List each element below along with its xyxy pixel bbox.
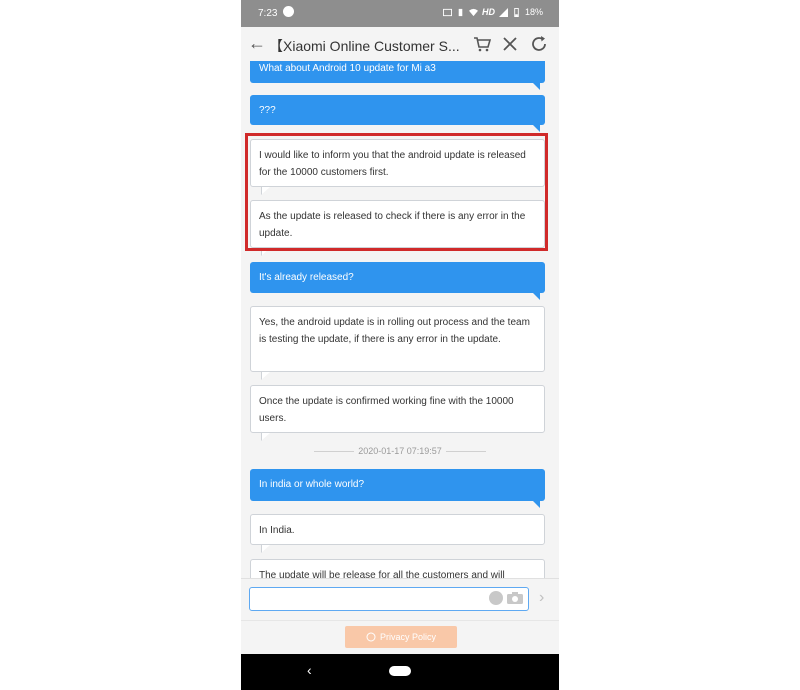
message-timestamp: 2020-01-17 07:19:57 [241, 446, 559, 456]
incoming-message: The update will be release for all the c… [250, 559, 545, 578]
privacy-policy-label: Privacy Policy [379, 632, 436, 642]
send-chevron-icon[interactable]: › [539, 589, 544, 607]
incoming-message: I would like to inform you that the andr… [250, 139, 545, 187]
battery-icon [514, 7, 519, 17]
camera-icon[interactable] [507, 592, 523, 604]
outgoing-message: ??? [250, 95, 545, 132]
app-bar: ← 【Xiaomi Online Customer S... [241, 27, 559, 61]
status-bar: 7:23 HD 18% [241, 0, 559, 27]
footer: Privacy Policy [241, 620, 559, 655]
status-time: 7:23 [258, 8, 278, 19]
outgoing-message: In india or whole world? [250, 469, 545, 508]
close-icon[interactable] [500, 34, 520, 54]
nav-back-icon[interactable]: ‹ [307, 662, 312, 678]
incoming-message: Once the update is confirmed working fin… [250, 385, 545, 433]
refresh-icon[interactable] [529, 34, 549, 54]
chat-history[interactable]: What about Android 10 update for Mi a3 ?… [241, 61, 559, 578]
incoming-message: Yes, the android update is in rolling ou… [250, 306, 545, 372]
page-title: 【Xiaomi Online Customer S... [269, 38, 460, 54]
nav-home-icon[interactable] [389, 666, 411, 676]
system-nav-bar: ‹ [241, 654, 559, 690]
shield-icon [366, 632, 376, 642]
vibrate-icon [458, 8, 463, 16]
signal-icon [498, 7, 508, 17]
cast-icon [442, 8, 452, 16]
privacy-policy-button[interactable]: Privacy Policy [345, 626, 457, 648]
back-arrow-icon[interactable]: ← [248, 33, 266, 54]
message-composer: › [241, 578, 559, 621]
status-icons: HD 18% [442, 7, 543, 17]
incoming-message: As the update is released to check if th… [250, 200, 545, 248]
wifi-icon [468, 8, 478, 16]
network-type: HD [481, 7, 495, 17]
message-input[interactable] [249, 587, 529, 611]
cart-icon[interactable] [472, 34, 492, 54]
phone-screen: 7:23 HD 18% ← 【Xiaomi Online Customer S.… [241, 0, 559, 690]
emoji-icon[interactable] [489, 591, 503, 605]
incoming-message: In India. [250, 514, 545, 545]
battery-level: 18% [524, 7, 543, 17]
outgoing-message: What about Android 10 update for Mi a3 [250, 61, 545, 90]
outgoing-message: It's already released? [250, 262, 545, 300]
notification-dot-icon [283, 6, 294, 17]
